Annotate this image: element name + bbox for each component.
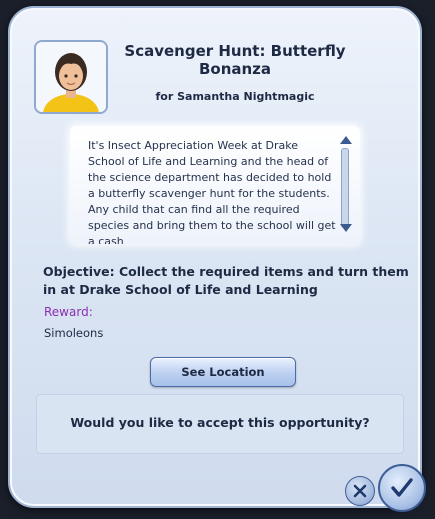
scroll-down-icon[interactable] [340,224,352,232]
see-location-button[interactable]: See Location [150,357,296,387]
description-text: It's Insect Appreciation Week at Drake S… [88,139,336,244]
accept-button[interactable] [378,464,426,512]
scroll-up-icon[interactable] [340,136,352,144]
objective-text: Objective: Collect the required items an… [43,264,409,297]
opportunity-title: Scavenger Hunt: Butterfly Bonanza [124,42,346,78]
close-icon [353,484,367,498]
decline-button[interactable] [345,476,375,506]
scrollbar[interactable] [341,148,349,228]
checkmark-icon [391,478,413,497]
opportunity-subtitle: for Samantha Nightmagic [155,90,315,103]
question-panel: Would you like to accept this opportunit… [36,394,404,454]
accept-question: Would you like to accept this opportunit… [70,415,370,430]
description-scrollbox[interactable]: It's Insect Appreciation Week at Drake S… [70,126,360,244]
sim-portrait-icon [34,40,108,114]
reward-label: Reward: [44,305,93,319]
opportunity-dialog: Scavenger Hunt: Butterfly Bonanza for Sa… [8,6,422,508]
reward-value: Simoleons [44,326,104,340]
